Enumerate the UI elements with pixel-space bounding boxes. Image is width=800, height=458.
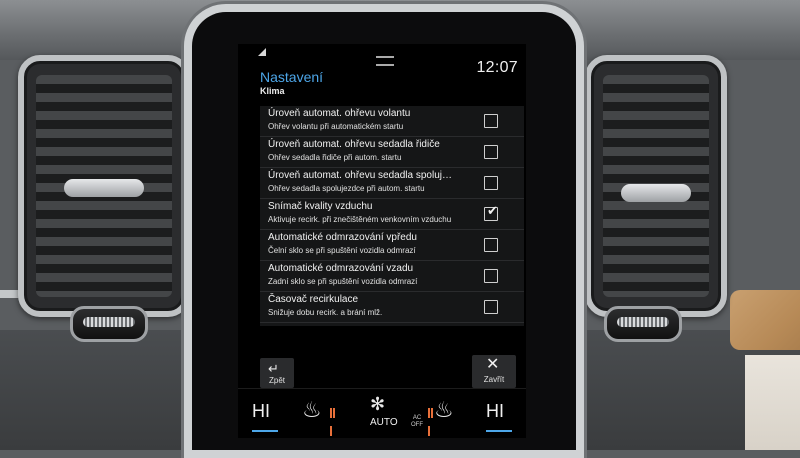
air-vent-left bbox=[18, 55, 190, 317]
close-button[interactable]: ✕ Zavřít bbox=[472, 355, 516, 388]
close-label: Zavřít bbox=[483, 375, 505, 384]
infotainment-screen: 12:07 Nastavení Klima Úroveň automat. oh… bbox=[238, 44, 526, 438]
status-bar: 12:07 bbox=[238, 44, 526, 76]
fan-icon[interactable]: ✻ bbox=[370, 395, 385, 413]
vent-knob-icon bbox=[621, 184, 691, 202]
item-title: Úroveň automat. ohřevu sedadla řidiče bbox=[268, 139, 440, 150]
back-label: Zpět bbox=[268, 376, 285, 385]
seat-heat-icon[interactable]: ♨ bbox=[434, 399, 464, 427]
list-item-driver-seat-heat[interactable]: Úroveň automat. ohřevu sedadla řidiče Oh… bbox=[260, 137, 524, 168]
item-description: Ohřev volantu při automatickém startu bbox=[268, 122, 404, 131]
vent-knob-icon bbox=[64, 179, 144, 197]
checkbox[interactable] bbox=[484, 145, 498, 159]
checkmark-icon: ✔ bbox=[487, 203, 498, 218]
list-item-steering-heat[interactable]: Úroveň automat. ohřevu volantu Ohřev vol… bbox=[260, 106, 524, 137]
page-subtitle: Klima bbox=[260, 86, 285, 96]
checkbox[interactable] bbox=[484, 238, 498, 252]
page-title: Nastavení bbox=[260, 69, 324, 85]
checkbox[interactable] bbox=[484, 114, 498, 128]
climate-bar: HI ♨ ✻ AUTO AC OFF ♨ HI bbox=[238, 388, 526, 438]
vent-wheel-right bbox=[604, 306, 682, 342]
ac-button[interactable]: AC OFF bbox=[410, 415, 424, 429]
ac-label-bottom: OFF bbox=[411, 422, 423, 428]
list-item-passenger-seat-heat[interactable]: Úroveň automat. ohřevu sedadla spoluj… O… bbox=[260, 168, 524, 199]
back-arrow-icon: ↵ bbox=[268, 361, 279, 376]
item-title: Automatické odmrazování vpředu bbox=[268, 232, 417, 243]
item-description: Snižuje dobu recirk. a brání mlž. bbox=[268, 308, 383, 317]
back-button[interactable]: ↵ Zpět bbox=[260, 358, 294, 388]
air-vent-right bbox=[585, 55, 727, 317]
list-item-front-defrost[interactable]: Automatické odmrazování vpředu Čelní skl… bbox=[260, 230, 524, 261]
item-description: Zadní sklo se při spuštění vozidla odmra… bbox=[268, 277, 418, 286]
temperature-indicator-right bbox=[486, 430, 512, 432]
checkbox[interactable]: ✔ bbox=[484, 203, 498, 221]
seat-heat-level-left bbox=[330, 405, 338, 436]
temperature-right[interactable]: HI bbox=[486, 401, 504, 422]
list-item-rear-defrost[interactable]: Automatické odmrazování vzadu Zadní sklo… bbox=[260, 261, 524, 292]
checkbox[interactable] bbox=[484, 300, 498, 314]
clock: 12:07 bbox=[476, 59, 518, 76]
list-item-air-quality-sensor[interactable]: Snímač kvality vzduchu Aktivuje recirk. … bbox=[260, 199, 524, 230]
temperature-indicator-left bbox=[252, 430, 278, 432]
item-title: Úroveň automat. ohřevu volantu bbox=[268, 108, 411, 119]
settings-list: Úroveň automat. ohřevu volantu Ohřev vol… bbox=[260, 106, 524, 326]
item-title: Úroveň automat. ohřevu sedadla spoluj… bbox=[268, 170, 452, 181]
item-description: Ohřev sedadla spolujezdce při autom. sta… bbox=[268, 184, 425, 193]
pull-handle-icon[interactable] bbox=[376, 56, 394, 66]
checkbox[interactable] bbox=[484, 269, 498, 283]
item-description: Ohřev sedadla řidiče při autom. startu bbox=[268, 153, 402, 162]
vent-wheel-left bbox=[70, 306, 148, 342]
item-title: Snímač kvality vzduchu bbox=[268, 201, 373, 212]
seat-heat-icon[interactable]: ♨ bbox=[302, 399, 332, 427]
checkbox[interactable] bbox=[484, 176, 498, 190]
list-item-recirculation-timer[interactable]: Časovač recirkulace Snižuje dobu recirk.… bbox=[260, 292, 524, 323]
item-title: Automatické odmrazování vzadu bbox=[268, 263, 414, 274]
item-title: Časovač recirkulace bbox=[268, 294, 359, 305]
item-description: Aktivuje recirk. při znečištěném venkovn… bbox=[268, 215, 452, 224]
leather-panel bbox=[745, 355, 800, 450]
auto-button[interactable]: AUTO bbox=[370, 417, 398, 428]
close-icon: ✕ bbox=[486, 356, 500, 373]
temperature-left[interactable]: HI bbox=[252, 401, 270, 422]
wood-trim bbox=[730, 290, 800, 350]
ac-label-top: AC bbox=[412, 415, 422, 421]
signal-icon bbox=[258, 48, 266, 56]
item-description: Čelní sklo se při spuštění vozidla odmra… bbox=[268, 246, 416, 255]
